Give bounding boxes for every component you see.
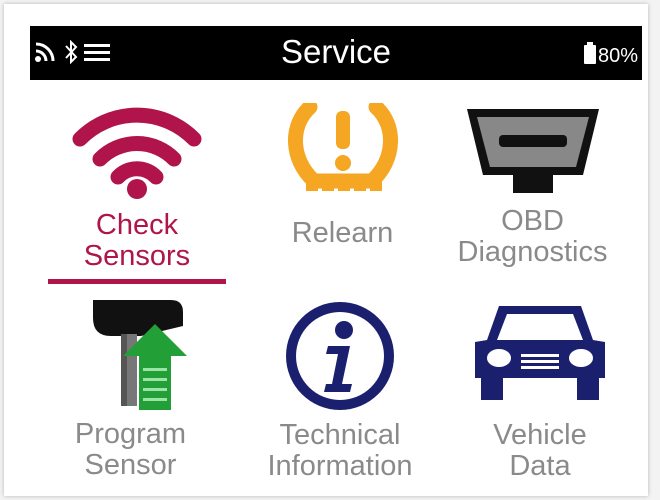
tile-label: Check Sensors — [83, 209, 191, 272]
sensor-program-icon — [48, 296, 213, 414]
wireless-signal-icon — [48, 103, 226, 199]
obd-connector-icon — [440, 103, 625, 197]
tire-pressure-warning-icon — [260, 103, 425, 193]
tile-vehicle-data[interactable]: Vehicle Data — [455, 296, 625, 482]
tile-check-sensors[interactable]: Check Sensors — [48, 103, 226, 272]
info-icon — [255, 296, 425, 416]
status-bar: Service 80% — [30, 26, 642, 80]
battery-icon — [583, 42, 596, 70]
battery-percent: 80% — [597, 44, 638, 67]
page-title: Service — [280, 33, 392, 70]
car-icon — [455, 296, 625, 408]
tile-label: Program Sensor — [74, 418, 187, 481]
selection-underline — [48, 279, 226, 284]
tile-label: Relearn — [291, 217, 394, 249]
tile-obd-diagnostics[interactable]: OBD Diagnostics — [440, 103, 625, 268]
battery-status: 80% — [583, 42, 638, 70]
tile-label: OBD Diagnostics — [457, 205, 608, 268]
tile-technical-information[interactable]: Technical Information — [255, 296, 425, 482]
tile-label: Technical Information — [267, 419, 413, 482]
tile-program-sensor[interactable]: Program Sensor — [48, 296, 213, 481]
tile-label: Vehicle Data — [493, 419, 587, 482]
tile-relearn[interactable]: Relearn — [260, 103, 425, 249]
